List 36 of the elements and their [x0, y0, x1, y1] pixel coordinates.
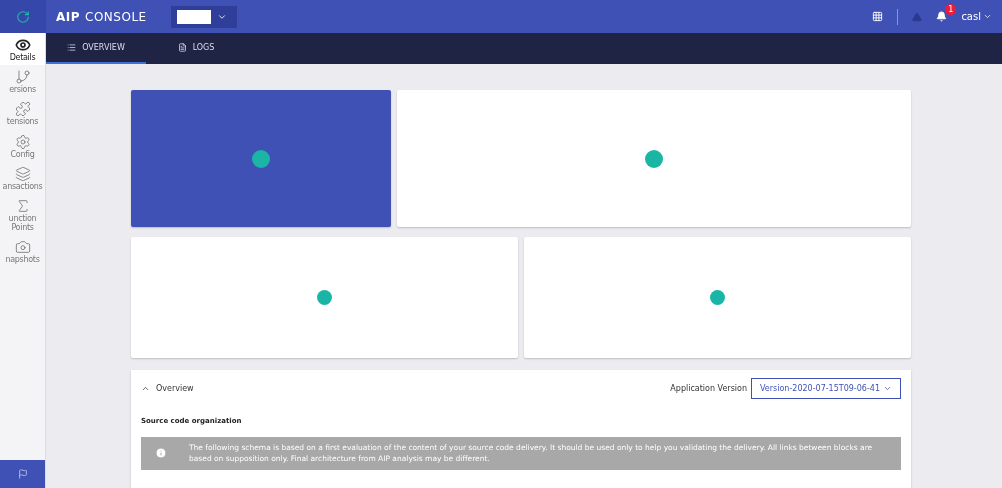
sidebar-item[interactable]: ersions — [0, 65, 45, 98]
bell-icon[interactable] — [936, 11, 948, 22]
sidebar-item[interactable]: ansactions — [0, 161, 45, 194]
sidebar-item[interactable]: Details — [0, 33, 45, 66]
sidebar-item[interactable]: unction Points — [0, 193, 45, 236]
puzzle-icon — [14, 101, 31, 118]
apps-grid-icon[interactable] — [872, 11, 884, 22]
tab[interactable]: OVERVIEW — [46, 33, 146, 64]
layers-icon — [14, 165, 31, 182]
info-icon — [155, 447, 167, 460]
camera-icon — [14, 239, 31, 256]
settings-icon — [14, 133, 31, 150]
caret-icon — [983, 12, 992, 21]
eye-icon — [14, 37, 31, 53]
project-select[interactable] — [170, 5, 237, 28]
logo-icon — [16, 9, 30, 24]
version-select[interactable]: Version-2020-07-15T09-06-41 — [751, 378, 901, 399]
tab[interactable]: LOGS — [146, 33, 246, 64]
chevron-up-icon — [141, 384, 150, 393]
flag-icon — [17, 469, 28, 479]
user-menu[interactable]: casl — [961, 11, 992, 22]
document-icon — [177, 43, 187, 52]
branch-icon — [14, 69, 31, 86]
loading-dot — [317, 290, 332, 305]
loading-dot — [710, 290, 725, 305]
list-icon — [67, 43, 77, 52]
loading-dot — [252, 149, 270, 168]
sidebar-item[interactable]: tensions — [0, 97, 45, 130]
sidebar-item[interactable]: napshots — [0, 235, 45, 268]
app-title: AIP CONSOLE — [56, 9, 147, 24]
sidebar-item[interactable]: Config — [0, 129, 45, 162]
overview-toggle[interactable]: Overview — [141, 384, 194, 393]
version-label: Application Version — [670, 384, 747, 393]
caret-icon — [883, 384, 892, 393]
loading-dot — [645, 149, 663, 168]
notification-badge: 1 — [945, 4, 957, 15]
